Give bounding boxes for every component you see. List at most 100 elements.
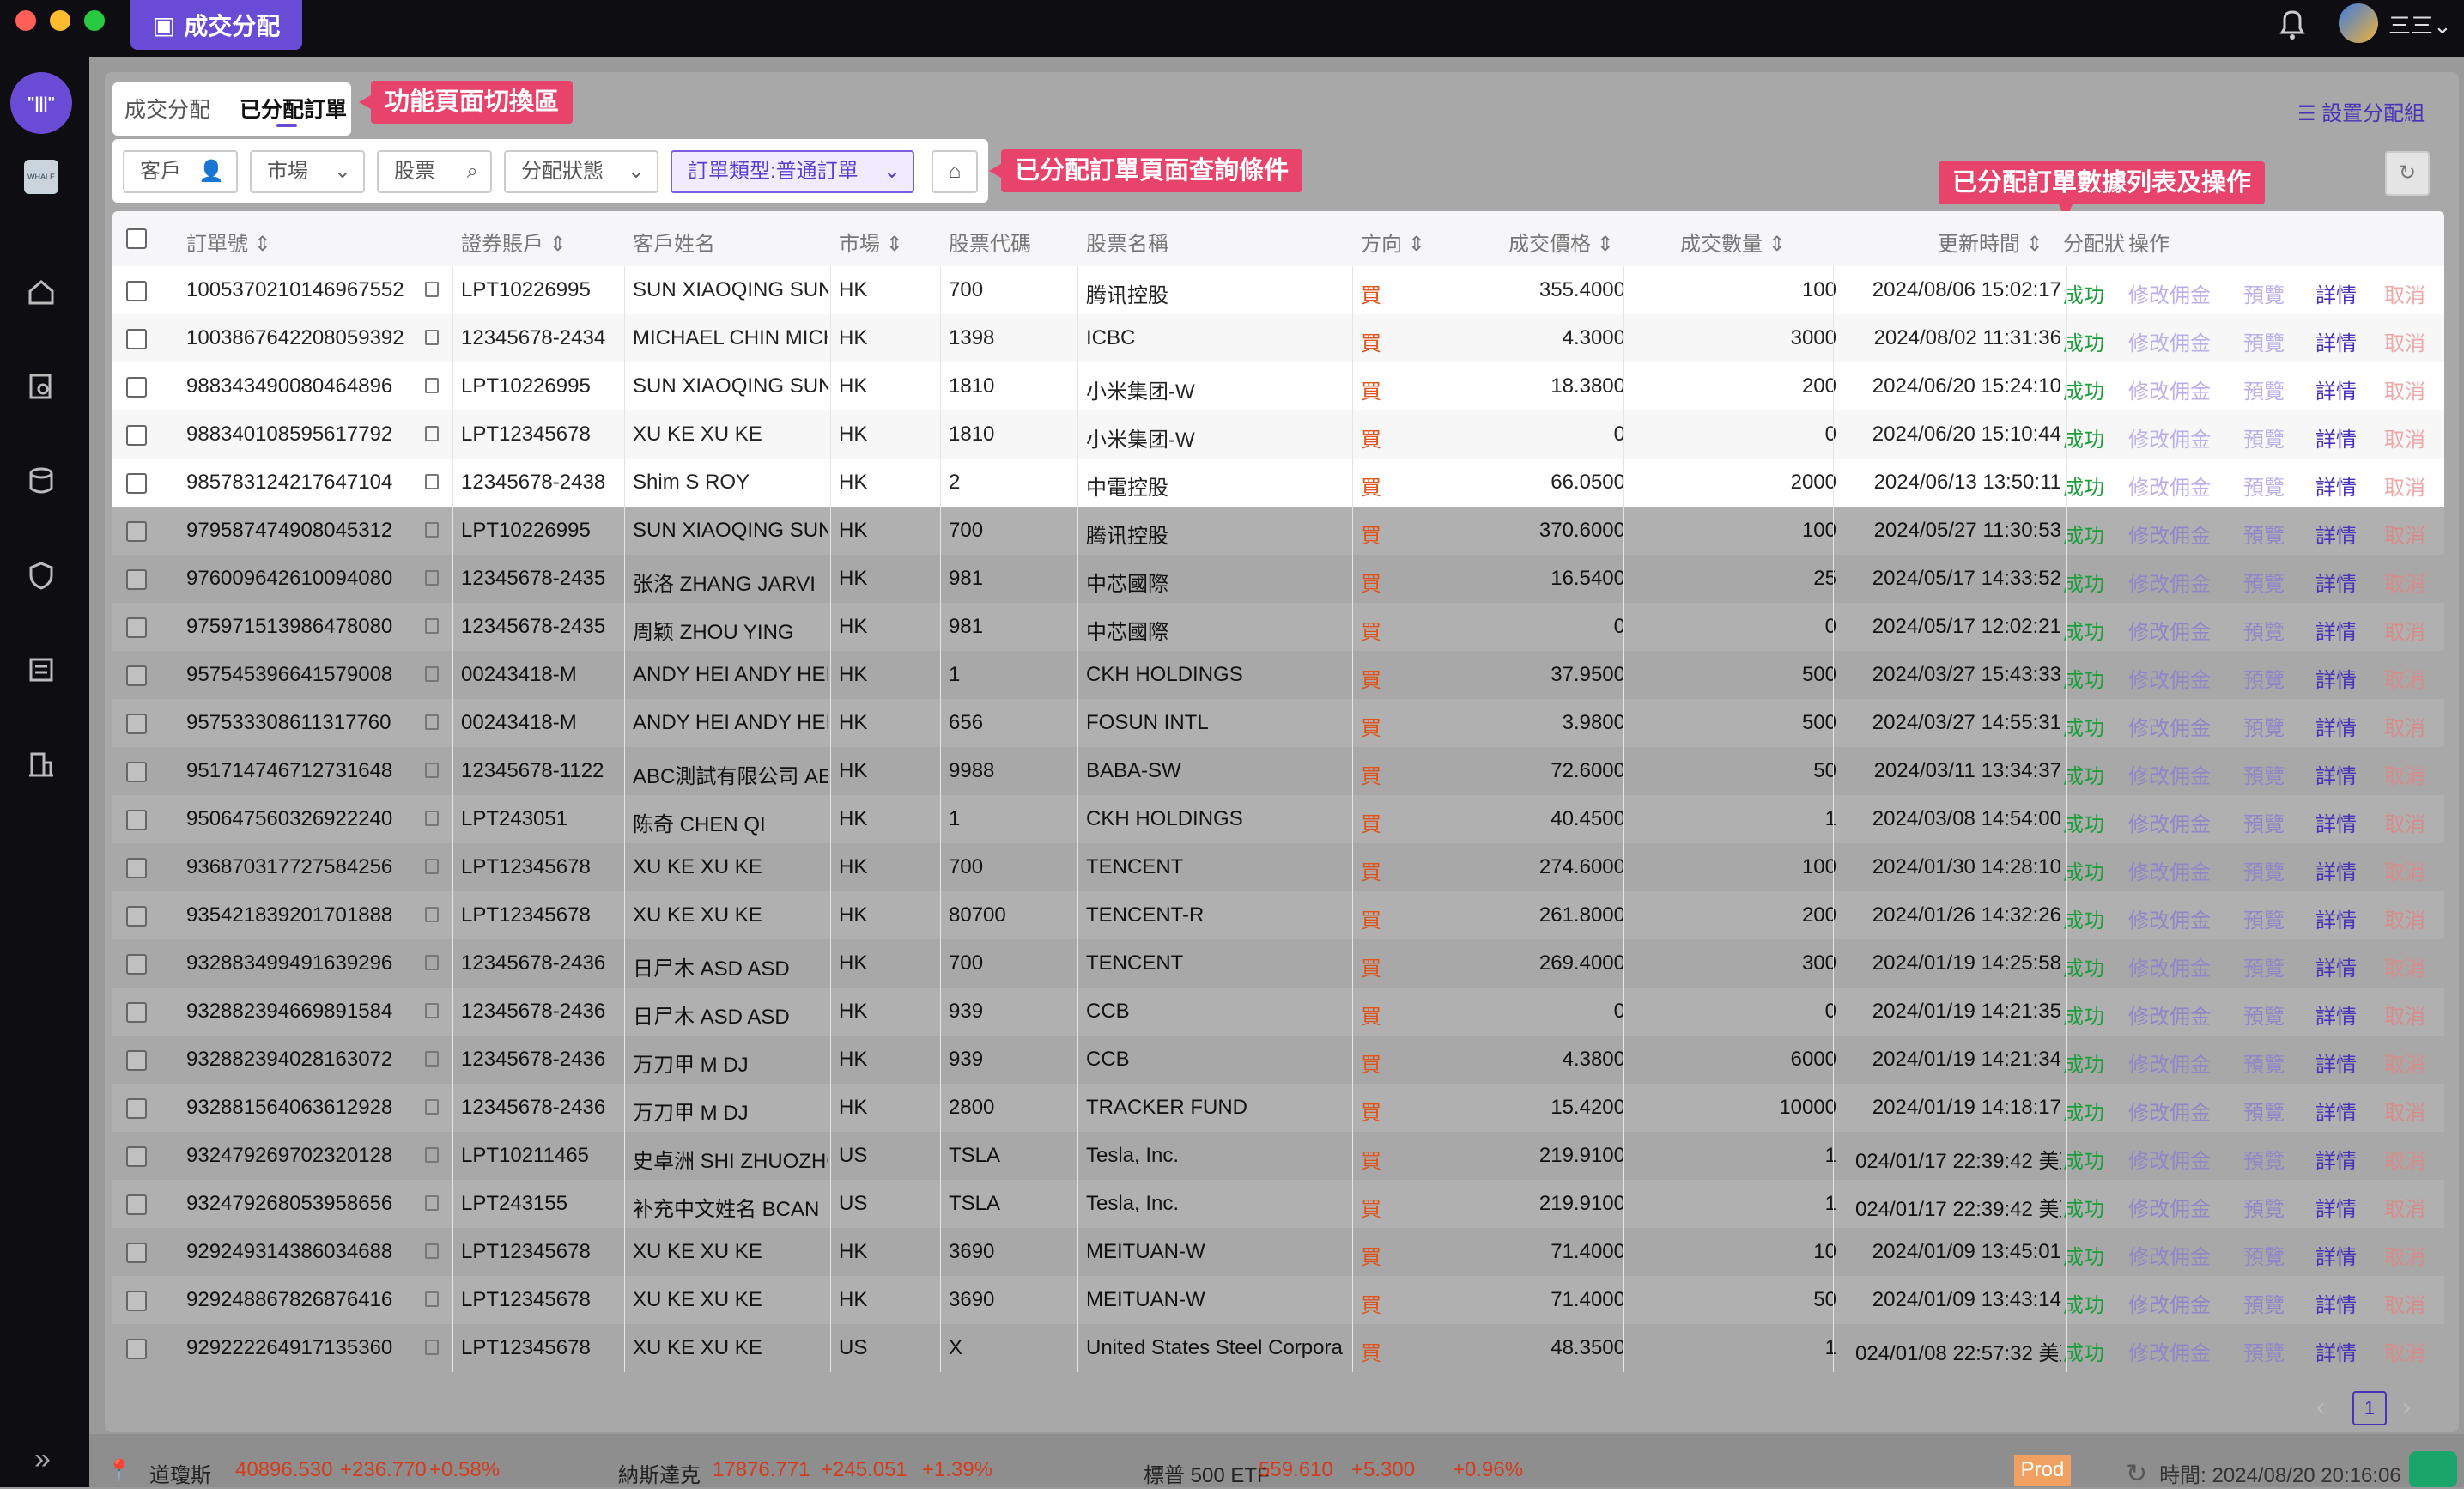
home-icon[interactable] [26, 277, 57, 307]
cancel-action-link[interactable]: 取消 [2384, 326, 2425, 356]
copy-icon[interactable] [425, 811, 439, 826]
page-1-button[interactable]: 1 [2352, 1391, 2387, 1425]
cancel-action-link[interactable]: 取消 [2384, 567, 2425, 597]
modify-action-link[interactable]: 修改佣金 [2128, 1240, 2211, 1270]
detail-action-link[interactable]: 詳情 [2315, 1096, 2357, 1126]
col-price[interactable]: 成交價格 ⇕ [1508, 227, 1614, 257]
detail-action-link[interactable]: 詳情 [2315, 567, 2357, 597]
copy-icon[interactable] [425, 618, 439, 634]
detail-action-link[interactable]: 詳情 [2315, 759, 2357, 789]
cancel-action-link[interactable]: 取消 [2384, 1288, 2425, 1318]
ticker-name[interactable]: 道瓊斯 [149, 1458, 211, 1488]
preview-action-link[interactable]: 預覽 [2243, 326, 2285, 356]
copy-icon[interactable] [425, 666, 439, 682]
cancel-action-link[interactable]: 取消 [2384, 1336, 2425, 1366]
cancel-action-link[interactable]: 取消 [2384, 759, 2425, 789]
detail-action-link[interactable]: 詳情 [2315, 471, 2357, 501]
preview-action-link[interactable]: 預覽 [2243, 759, 2285, 789]
preview-action-link[interactable]: 預覽 [2243, 1048, 2285, 1078]
settings-group-link[interactable]: ☰ 設置分配組 [2297, 96, 2425, 126]
cancel-action-link[interactable]: 取消 [2384, 1144, 2425, 1174]
modify-action-link[interactable]: 修改佣金 [2128, 1192, 2211, 1222]
detail-action-link[interactable]: 詳情 [2315, 1192, 2357, 1222]
preview-action-link[interactable]: 預覽 [2243, 1096, 2285, 1126]
copy-icon[interactable] [425, 1291, 439, 1307]
cancel-action-link[interactable]: 取消 [2384, 903, 2425, 933]
row-checkbox[interactable] [126, 1291, 147, 1311]
detail-action-link[interactable]: 詳情 [2315, 807, 2357, 837]
report-icon[interactable] [26, 654, 57, 685]
cancel-action-link[interactable]: 取消 [2384, 1096, 2425, 1126]
cancel-action-link[interactable]: 取消 [2384, 663, 2425, 693]
modify-action-link[interactable]: 修改佣金 [2128, 903, 2211, 933]
modify-action-link[interactable]: 修改佣金 [2128, 471, 2211, 501]
cancel-action-link[interactable]: 取消 [2384, 615, 2425, 645]
preview-action-link[interactable]: 預覽 [2243, 855, 2285, 885]
modify-action-link[interactable]: 修改佣金 [2128, 711, 2211, 741]
row-checkbox[interactable] [126, 473, 147, 494]
preview-action-link[interactable]: 預覽 [2243, 711, 2285, 741]
detail-action-link[interactable]: 詳情 [2315, 1240, 2357, 1270]
row-checkbox[interactable] [126, 1050, 147, 1071]
row-checkbox[interactable] [126, 569, 147, 590]
copy-icon[interactable] [425, 570, 439, 586]
col-side[interactable]: 方向 ⇕ [1361, 227, 1425, 257]
chat-icon[interactable] [2409, 1451, 2457, 1487]
user-menu[interactable]: 三三⌄ [2388, 9, 2452, 40]
copy-icon[interactable] [425, 1243, 439, 1259]
row-checkbox[interactable] [126, 714, 147, 734]
copy-icon[interactable] [425, 955, 439, 970]
preview-action-link[interactable]: 預覽 [2243, 807, 2285, 837]
sync-icon[interactable]: ↻ [2126, 1460, 2147, 1488]
detail-action-link[interactable]: 詳情 [2315, 1336, 2357, 1366]
col-update-time[interactable]: 更新時間 ⇕ [1938, 227, 2043, 257]
prev-page-icon[interactable]: ‹ [2316, 1393, 2325, 1422]
bell-icon[interactable] [2277, 7, 2308, 41]
preview-action-link[interactable]: 預覽 [2243, 1288, 2285, 1318]
row-checkbox[interactable] [126, 1339, 147, 1359]
copy-icon[interactable] [425, 1340, 439, 1355]
cancel-action-link[interactable]: 取消 [2384, 1048, 2425, 1078]
modify-action-link[interactable]: 修改佣金 [2128, 1048, 2211, 1078]
modify-action-link[interactable]: 修改佣金 [2128, 1096, 2211, 1126]
col-account[interactable]: 證券賬戶 ⇕ [461, 227, 567, 257]
detail-action-link[interactable]: 詳情 [2315, 903, 2357, 933]
cancel-action-link[interactable]: 取消 [2384, 855, 2425, 885]
copy-icon[interactable] [425, 763, 439, 778]
database-icon[interactable] [26, 465, 57, 496]
row-checkbox[interactable] [126, 425, 147, 446]
detail-action-link[interactable]: 詳情 [2315, 663, 2357, 693]
copy-icon[interactable] [425, 522, 439, 538]
preview-action-link[interactable]: 預覽 [2243, 471, 2285, 501]
copy-icon[interactable] [425, 907, 439, 922]
detail-action-link[interactable]: 詳情 [2315, 519, 2357, 549]
detail-action-link[interactable]: 詳情 [2315, 855, 2357, 885]
modify-action-link[interactable]: 修改佣金 [2128, 422, 2211, 453]
copy-icon[interactable] [425, 330, 439, 345]
row-checkbox[interactable] [126, 762, 147, 782]
detail-action-link[interactable]: 詳情 [2315, 1000, 2357, 1030]
whale-logo-icon[interactable]: WHALE [24, 160, 58, 194]
row-checkbox[interactable] [126, 617, 147, 638]
building-icon[interactable] [26, 749, 57, 780]
row-checkbox[interactable] [126, 329, 147, 349]
preview-action-link[interactable]: 預覽 [2243, 519, 2285, 549]
modify-action-link[interactable]: 修改佣金 [2128, 855, 2211, 885]
modify-action-link[interactable]: 修改佣金 [2128, 326, 2211, 356]
modify-action-link[interactable]: 修改佣金 [2128, 951, 2211, 982]
col-order-no[interactable]: 訂單號 ⇕ [186, 227, 271, 257]
cancel-action-link[interactable]: 取消 [2384, 711, 2425, 741]
row-checkbox[interactable] [126, 1002, 147, 1023]
preview-action-link[interactable]: 預覽 [2243, 663, 2285, 693]
expand-sidebar-icon[interactable]: » [34, 1443, 51, 1476]
copy-icon[interactable] [425, 426, 439, 441]
stock-search[interactable]: 股票 ⌕ [377, 150, 492, 193]
cancel-action-link[interactable]: 取消 [2384, 519, 2425, 549]
copy-icon[interactable] [425, 1051, 439, 1067]
preview-action-link[interactable]: 預覽 [2243, 1336, 2285, 1366]
cancel-action-link[interactable]: 取消 [2384, 1240, 2425, 1270]
modify-action-link[interactable]: 修改佣金 [2128, 1144, 2211, 1174]
detail-action-link[interactable]: 詳情 [2315, 1288, 2357, 1318]
status-select[interactable]: 分配狀態 ⌄ [504, 150, 658, 193]
cancel-action-link[interactable]: 取消 [2384, 471, 2425, 501]
